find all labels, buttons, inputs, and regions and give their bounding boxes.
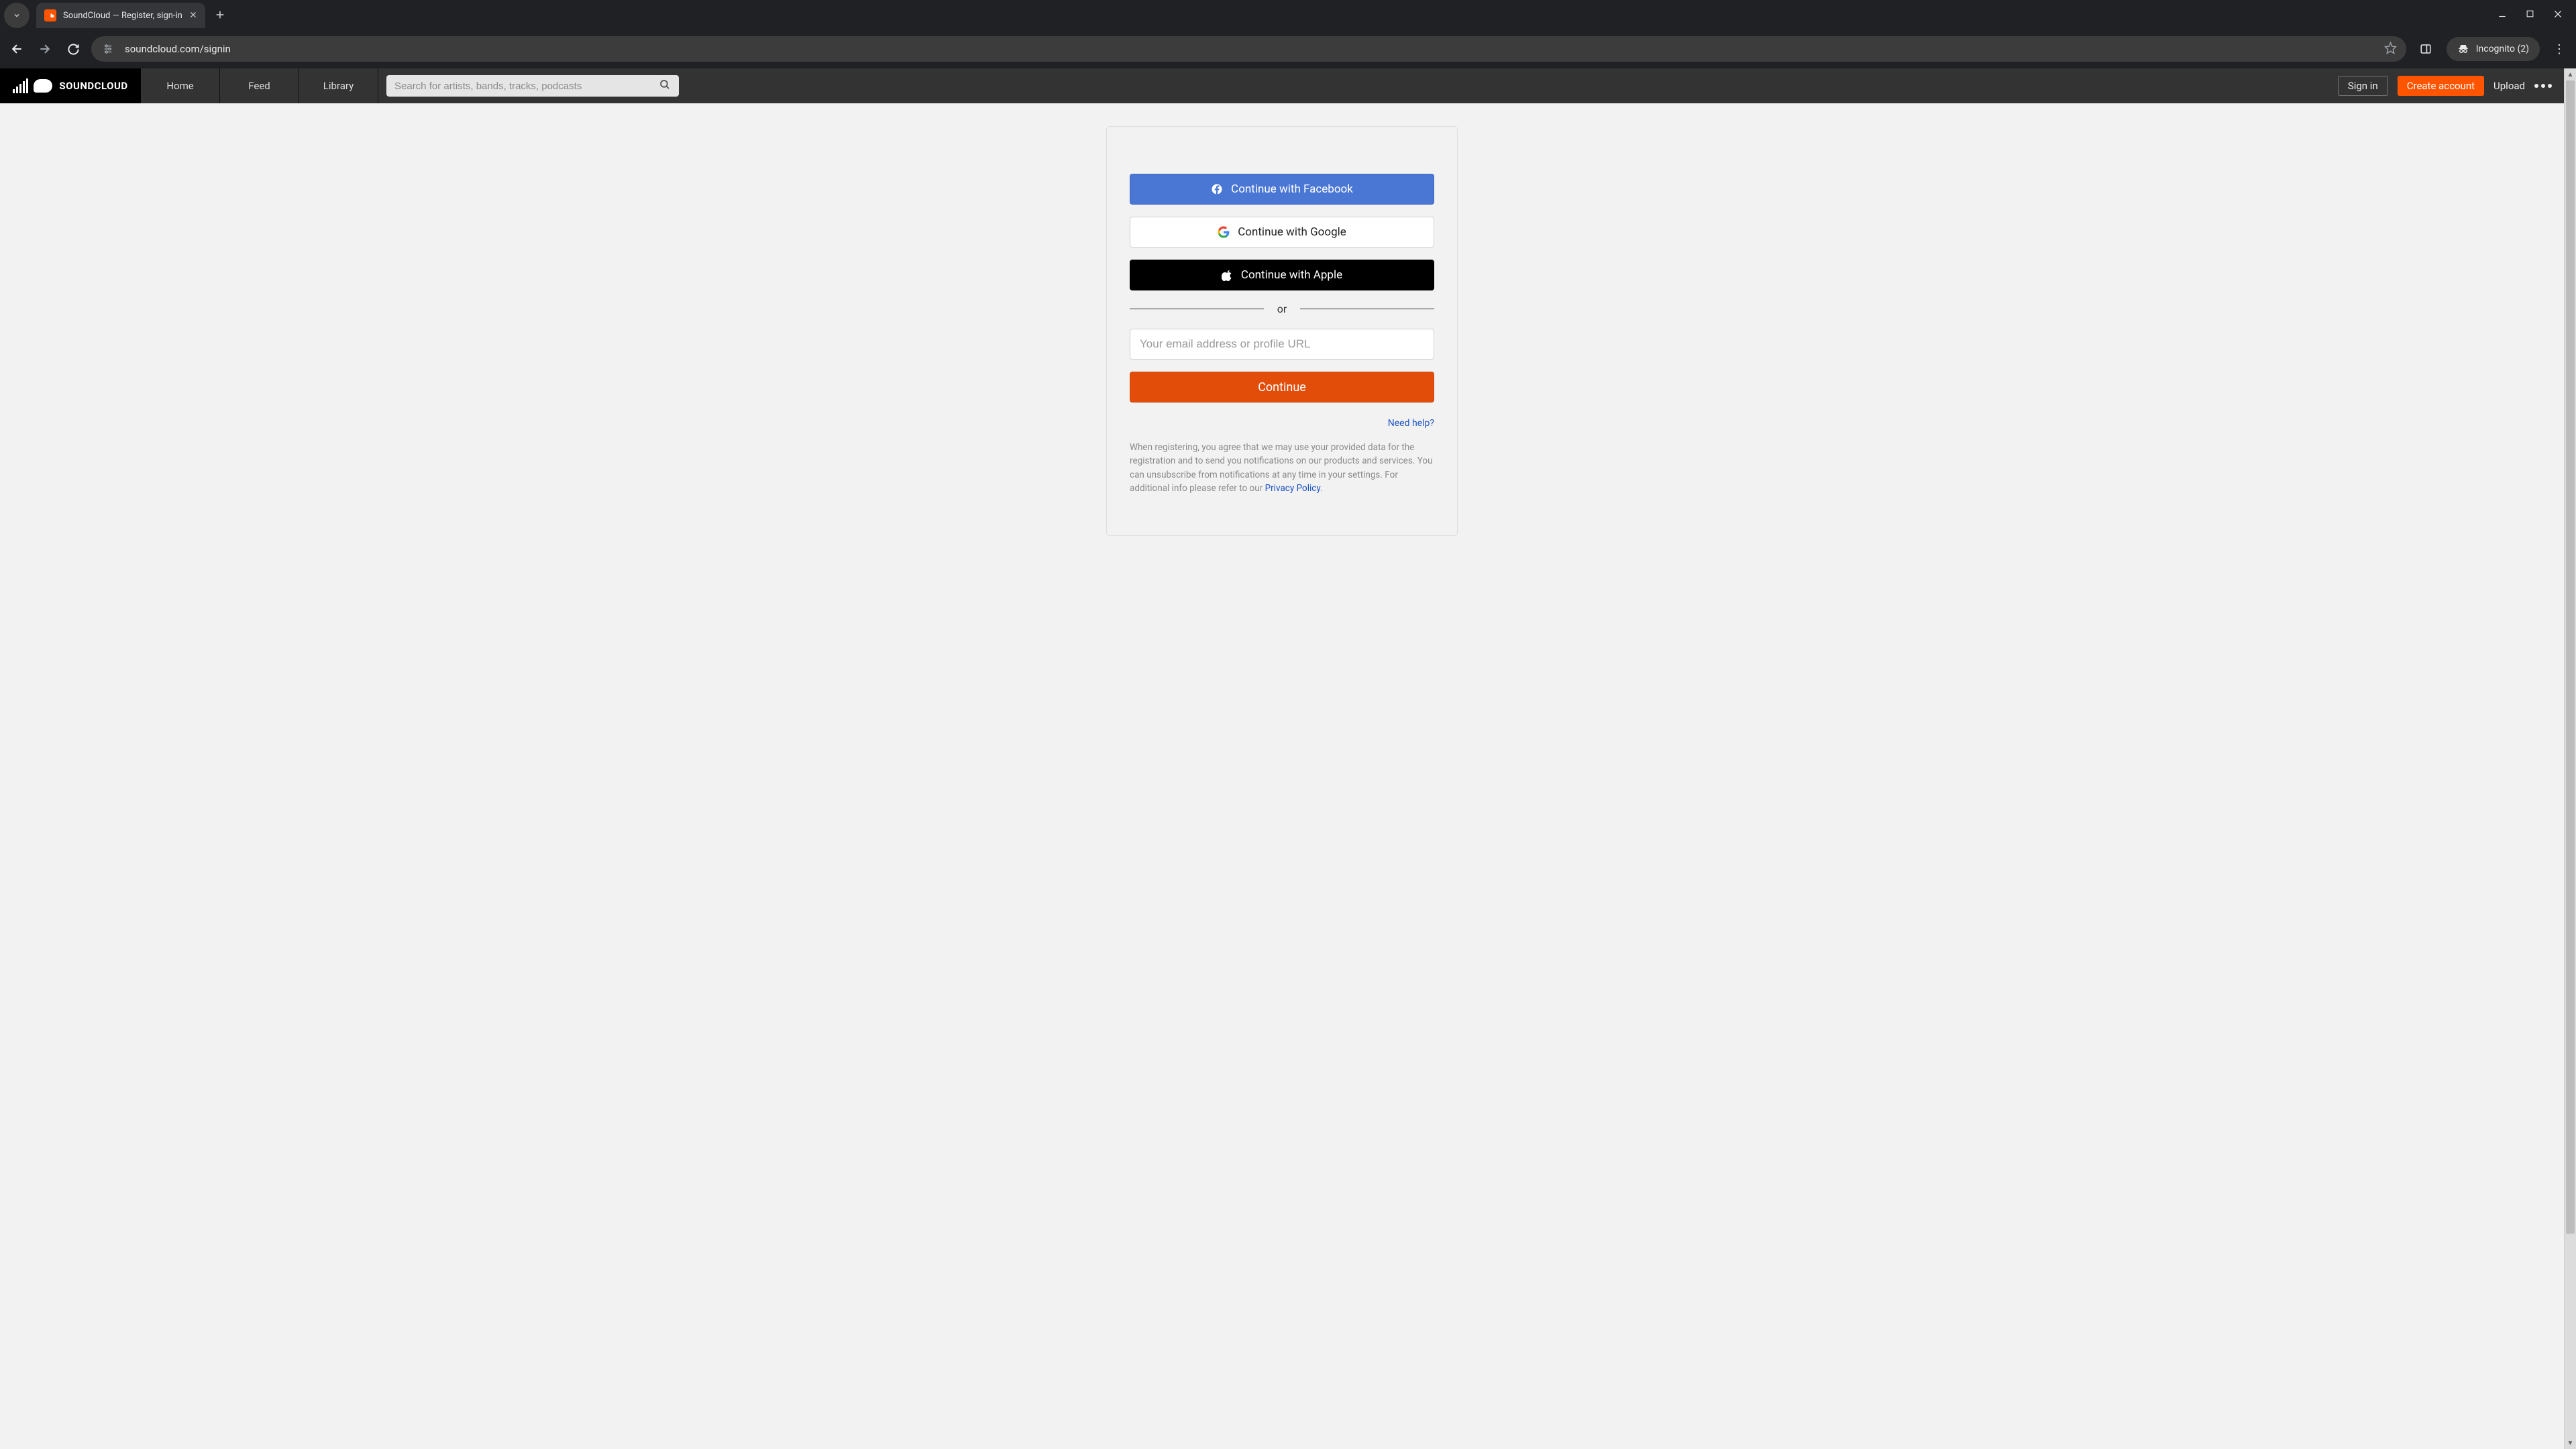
new-tab-button[interactable] bbox=[215, 9, 225, 22]
site-settings-icon[interactable] bbox=[101, 42, 115, 56]
incognito-indicator[interactable]: Incognito (2) bbox=[2447, 37, 2540, 61]
titlebar: SoundCloud — Register, sign-in bbox=[0, 0, 2576, 31]
scroll-thumb[interactable] bbox=[2566, 80, 2575, 1234]
nav-feed-label: Feed bbox=[248, 80, 270, 92]
browser-menu-button[interactable]: ⋮ bbox=[2549, 42, 2569, 56]
address-bar[interactable]: soundcloud.com/signin bbox=[91, 36, 2406, 62]
reload-button[interactable] bbox=[63, 39, 83, 59]
help-row: Need help? bbox=[1130, 416, 1434, 429]
upload-link[interactable]: Upload bbox=[2493, 80, 2525, 92]
chevron-down-icon bbox=[13, 11, 21, 19]
sign-in-button[interactable]: Sign in bbox=[2338, 76, 2388, 96]
google-icon bbox=[1218, 226, 1230, 238]
soundcloud-favicon-icon bbox=[44, 9, 56, 21]
search-input[interactable] bbox=[394, 80, 659, 92]
nav-library[interactable]: Library bbox=[299, 68, 378, 103]
continue-google-button[interactable]: Continue with Google bbox=[1130, 217, 1434, 248]
privacy-policy-link[interactable]: Privacy Policy bbox=[1265, 483, 1320, 494]
search-icon[interactable] bbox=[659, 78, 671, 93]
vertical-scrollbar[interactable]: ▲ ▼ bbox=[2564, 68, 2576, 1449]
continue-facebook-button[interactable]: Continue with Facebook bbox=[1130, 174, 1434, 205]
incognito-icon bbox=[2457, 43, 2469, 55]
scroll-up-arrow[interactable]: ▲ bbox=[2565, 68, 2576, 80]
or-divider: or bbox=[1130, 303, 1434, 315]
apple-label: Continue with Apple bbox=[1241, 268, 1342, 282]
side-panel-button[interactable] bbox=[2414, 38, 2437, 60]
nav-home-label: Home bbox=[166, 80, 193, 92]
google-label: Continue with Google bbox=[1238, 225, 1346, 239]
bookmark-star-icon[interactable] bbox=[2384, 42, 2397, 57]
nav-home[interactable]: Home bbox=[141, 68, 220, 103]
create-account-button[interactable]: Create account bbox=[2398, 76, 2484, 96]
back-button[interactable] bbox=[7, 39, 27, 59]
scroll-down-arrow[interactable]: ▼ bbox=[2565, 1437, 2576, 1449]
facebook-icon bbox=[1211, 183, 1223, 195]
continue-apple-button[interactable]: Continue with Apple bbox=[1130, 260, 1434, 290]
apple-icon bbox=[1222, 270, 1233, 281]
browser-toolbar: soundcloud.com/signin Incognito (2) ⋮ bbox=[0, 31, 2576, 68]
search-bar[interactable] bbox=[386, 75, 679, 97]
create-account-label: Create account bbox=[2407, 80, 2475, 92]
continue-button[interactable]: Continue bbox=[1130, 372, 1434, 402]
browser-tab[interactable]: SoundCloud — Register, sign-in bbox=[36, 3, 205, 28]
close-window-button[interactable] bbox=[2553, 9, 2563, 21]
tab-search-button[interactable] bbox=[4, 3, 30, 28]
tab-title: SoundCloud — Register, sign-in bbox=[63, 11, 182, 21]
signin-card-wrap: Continue with Facebook Continue with Goo… bbox=[0, 103, 2564, 536]
soundcloud-header: SOUNDCLOUD Home Feed Library Sign in Cre… bbox=[0, 68, 2564, 103]
brand-text: SOUNDCLOUD bbox=[59, 80, 127, 92]
maximize-button[interactable] bbox=[2526, 9, 2534, 21]
facebook-label: Continue with Facebook bbox=[1231, 182, 1353, 196]
forward-button[interactable] bbox=[35, 39, 55, 59]
need-help-link[interactable]: Need help? bbox=[1388, 418, 1434, 429]
toolbar-right: Incognito (2) ⋮ bbox=[2414, 37, 2569, 61]
soundcloud-waveform-icon bbox=[13, 78, 28, 93]
soundcloud-logo[interactable]: SOUNDCLOUD bbox=[0, 68, 141, 103]
sign-in-label: Sign in bbox=[2348, 80, 2378, 92]
close-tab-button[interactable] bbox=[189, 10, 197, 21]
signin-card: Continue with Facebook Continue with Goo… bbox=[1106, 126, 1458, 536]
upload-label: Upload bbox=[2493, 80, 2525, 92]
search-wrap bbox=[378, 68, 2326, 103]
legal-text: When registering, you agree that we may … bbox=[1130, 441, 1434, 495]
soundcloud-cloud-icon bbox=[34, 79, 52, 93]
scroll-track[interactable] bbox=[2565, 80, 2576, 1437]
minimize-button[interactable] bbox=[2498, 9, 2507, 21]
nav-feed[interactable]: Feed bbox=[220, 68, 299, 103]
browser-chrome: SoundCloud — Register, sign-in bbox=[0, 0, 2576, 68]
nav-library-label: Library bbox=[323, 80, 354, 92]
or-text: or bbox=[1277, 303, 1287, 315]
continue-label: Continue bbox=[1258, 380, 1306, 394]
window-controls bbox=[2498, 9, 2576, 21]
email-field[interactable] bbox=[1130, 329, 1434, 360]
url-text: soundcloud.com/signin bbox=[125, 43, 2375, 55]
more-menu-button[interactable] bbox=[2534, 84, 2552, 88]
page-content: SOUNDCLOUD Home Feed Library Sign in Cre… bbox=[0, 68, 2564, 1449]
incognito-label: Incognito (2) bbox=[2476, 44, 2529, 54]
header-right: Sign in Create account Upload bbox=[2326, 68, 2564, 103]
legal-post: . bbox=[1320, 483, 1323, 494]
viewport: SOUNDCLOUD Home Feed Library Sign in Cre… bbox=[0, 68, 2576, 1449]
